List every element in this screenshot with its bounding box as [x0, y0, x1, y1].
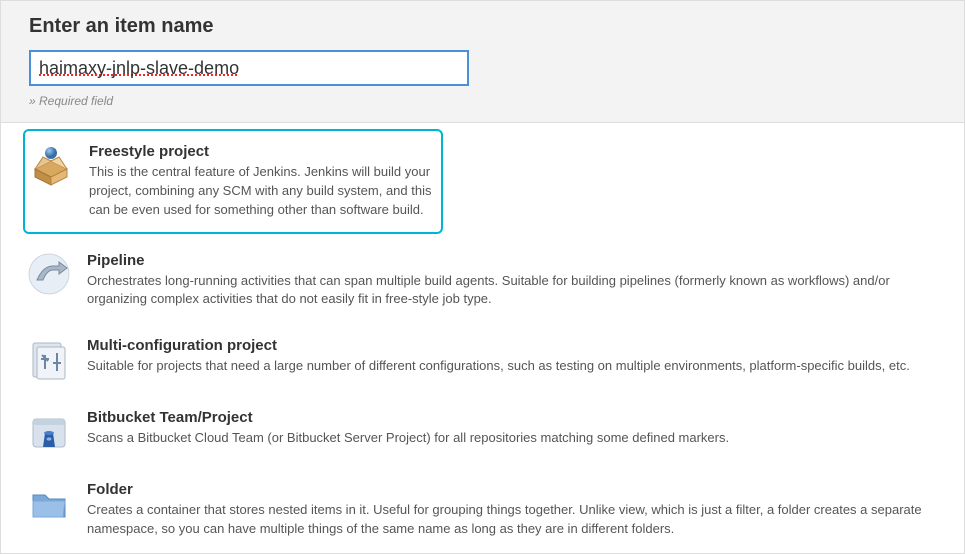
header-section: Enter an item name » Required field	[0, 0, 965, 123]
item-name-input[interactable]	[29, 50, 469, 86]
item-type-folder[interactable]: Folder Creates a container that stores n…	[1, 467, 964, 553]
item-title: Folder	[87, 481, 942, 498]
item-type-pipeline[interactable]: Pipeline Orchestrates long-running activ…	[1, 238, 964, 324]
page-title: Enter an item name	[29, 15, 936, 38]
item-type-bitbucket[interactable]: Bitbucket Team/Project Scans a Bitbucket…	[1, 395, 964, 467]
item-desc: Scans a Bitbucket Cloud Team (or Bitbuck…	[87, 429, 942, 448]
item-title: Freestyle project	[89, 143, 437, 160]
item-desc: This is the central feature of Jenkins. …	[89, 163, 437, 220]
item-title: Pipeline	[87, 252, 942, 269]
item-title: Multi-configuration project	[87, 337, 942, 354]
item-type-multiconfig[interactable]: Multi-configuration project Suitable for…	[1, 323, 964, 395]
pipeline-icon	[27, 252, 71, 296]
bitbucket-icon	[27, 409, 71, 453]
item-type-list: Freestyle project This is the central fe…	[0, 123, 965, 554]
item-type-freestyle[interactable]: Freestyle project This is the central fe…	[23, 129, 443, 234]
item-desc: Suitable for projects that need a large …	[87, 357, 942, 376]
item-desc: Orchestrates long-running activities tha…	[87, 272, 942, 310]
folder-icon	[27, 481, 71, 525]
item-name-input-wrapper	[29, 50, 469, 86]
item-title: Bitbucket Team/Project	[87, 409, 942, 426]
freestyle-icon	[29, 143, 73, 187]
multiconfig-icon	[27, 337, 71, 381]
required-field-note: » Required field	[29, 94, 936, 108]
item-desc: Creates a container that stores nested i…	[87, 501, 942, 539]
